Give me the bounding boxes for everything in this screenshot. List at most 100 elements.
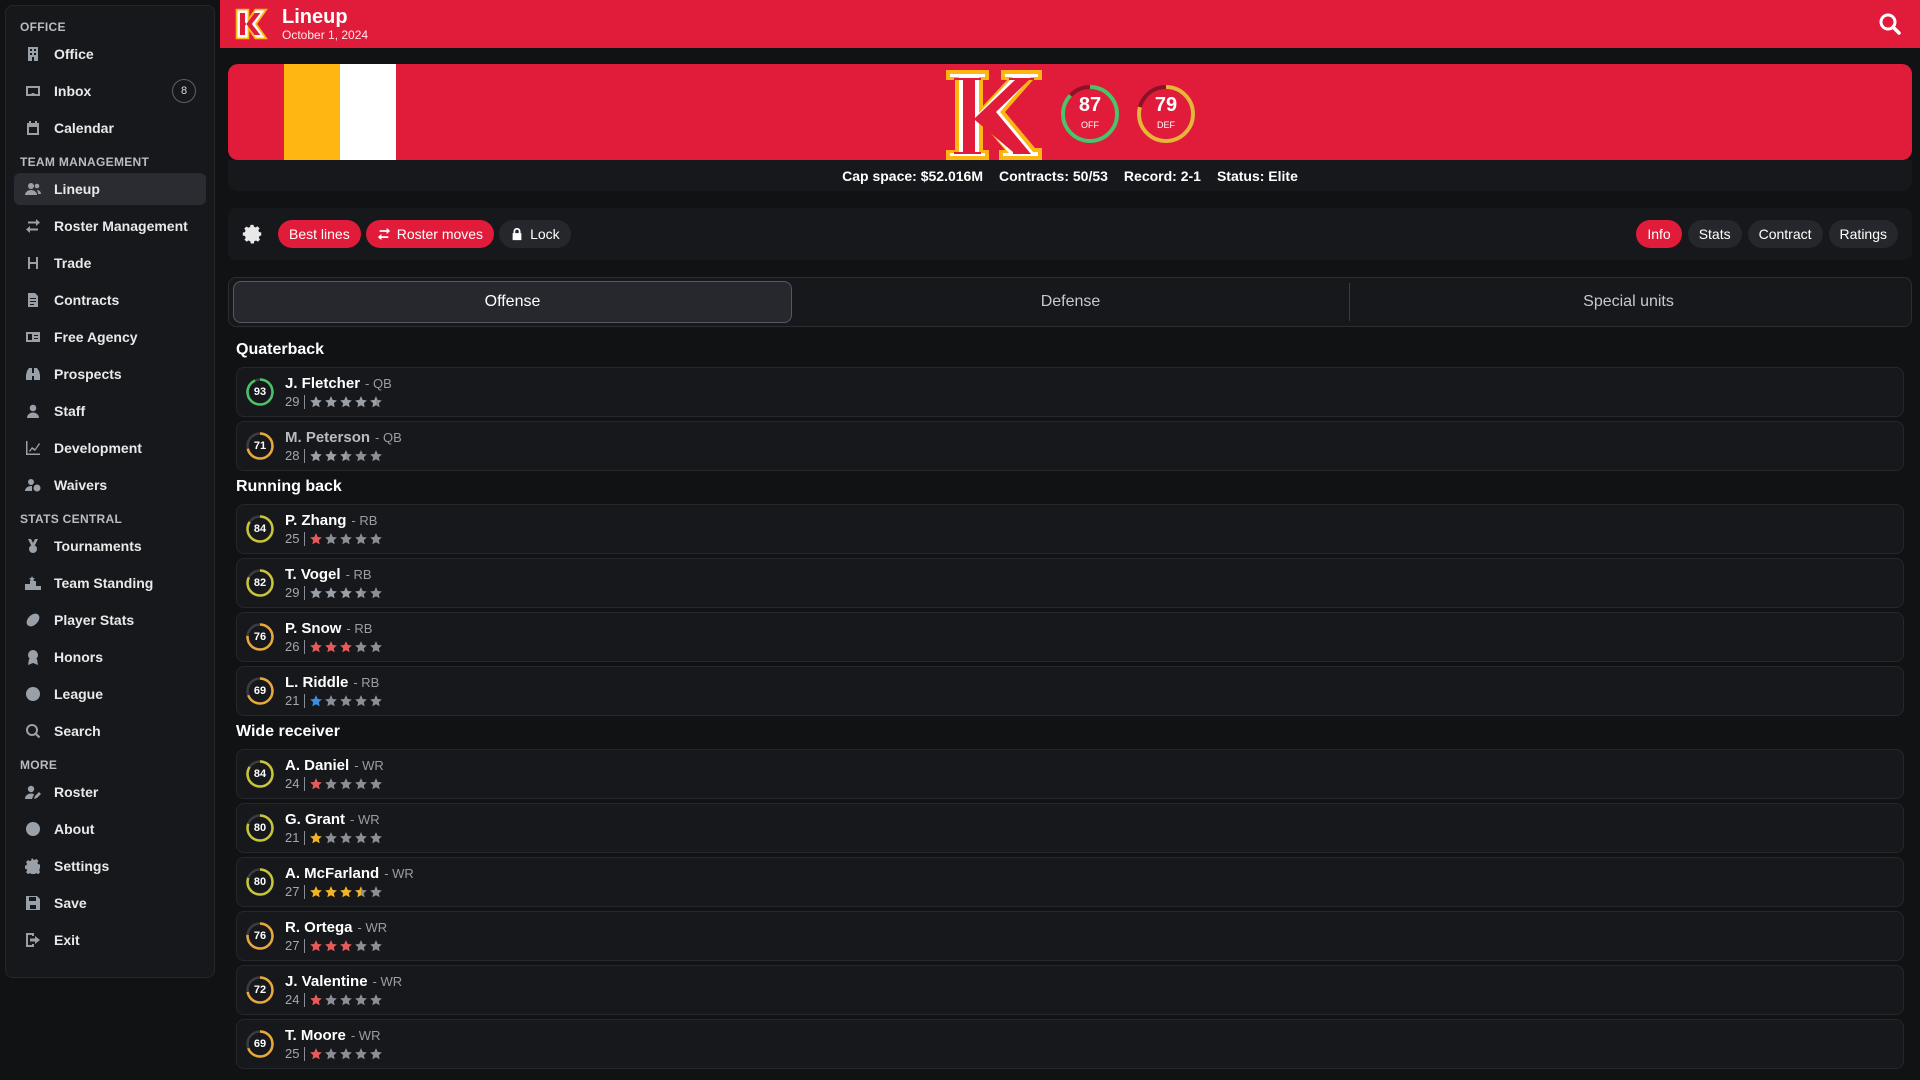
sidebar-item-development[interactable]: Development <box>14 432 206 464</box>
sidebar-item-roster-management[interactable]: Roster Management <box>14 210 206 242</box>
divider <box>304 992 306 1007</box>
gear-icon[interactable] <box>242 223 264 245</box>
player-name[interactable]: R. Ortega <box>285 919 353 936</box>
player-position: - RB <box>351 512 378 528</box>
sidebar-item-contracts[interactable]: Contracts <box>14 284 206 316</box>
sidebar-item-label: Save <box>54 895 87 911</box>
podium-icon <box>24 574 42 592</box>
player-age: 25 <box>285 531 300 546</box>
star-rating <box>309 1046 384 1062</box>
sidebar-item-settings[interactable]: Settings <box>14 850 206 882</box>
star-rating <box>309 693 384 709</box>
player-name[interactable]: T. Vogel <box>285 566 341 583</box>
position-group-title: Running back <box>236 478 342 495</box>
info-icon <box>24 820 42 838</box>
player-row[interactable]: 71 M. Peterson - QB 28 <box>236 421 1904 471</box>
player-row[interactable]: 93 J. Fletcher - QB 29 <box>236 367 1904 417</box>
star-icon <box>340 940 353 952</box>
player-age: 27 <box>285 938 300 953</box>
player-name[interactable]: P. Snow <box>285 620 341 637</box>
overall-rating-badge: 69 <box>245 676 275 706</box>
tab-special-units[interactable]: Special units <box>1350 282 1907 322</box>
sidebar-item-inbox[interactable]: Inbox 8 <box>14 75 206 107</box>
player-name[interactable]: G. Grant <box>285 811 345 828</box>
divider <box>304 531 306 546</box>
player-row[interactable]: 80 A. McFarland - WR 27 <box>236 857 1904 907</box>
sidebar-item-player-stats[interactable]: Player Stats <box>14 604 206 636</box>
view-contract-button[interactable]: Contract <box>1747 220 1823 248</box>
star-icon <box>325 778 338 790</box>
view-stats-button[interactable]: Stats <box>1687 220 1742 248</box>
player-row[interactable]: 84 A. Daniel - WR 24 <box>236 749 1904 799</box>
player-position-code: WR <box>365 919 388 935</box>
player-name[interactable]: J. Valentine <box>285 973 368 990</box>
player-row[interactable]: 84 P. Zhang - RB 25 <box>236 504 1904 554</box>
star-rating <box>309 992 384 1008</box>
star-icon <box>355 587 368 599</box>
player-position-code: RB <box>359 512 378 528</box>
player-name[interactable]: J. Fletcher <box>285 375 360 392</box>
player-row[interactable]: 80 G. Grant - WR 21 <box>236 803 1904 853</box>
sidebar-item-exit[interactable]: Exit <box>14 924 206 956</box>
star-rating <box>309 938 384 954</box>
sidebar-item-free-agency[interactable]: Free Agency <box>14 321 206 353</box>
player-name[interactable]: A. McFarland <box>285 865 379 882</box>
sidebar-item-league[interactable]: League <box>14 678 206 710</box>
player-row[interactable]: 82 T. Vogel - RB 29 <box>236 558 1904 608</box>
divider <box>304 585 306 600</box>
player-name[interactable]: M. Peterson <box>285 429 370 446</box>
player-position: - QB <box>375 429 402 445</box>
position-group-title: Quaterback <box>236 341 325 358</box>
sidebar-item-prospects[interactable]: Prospects <box>14 358 206 390</box>
star-icon <box>370 533 383 545</box>
team-record: Record: 2-1 <box>1123 167 1201 184</box>
sidebar-item-lineup[interactable]: Lineup <box>14 173 206 205</box>
divider <box>304 693 306 708</box>
divider <box>304 938 306 953</box>
overall-rating-value: 69 <box>253 685 267 697</box>
best-lines-button[interactable]: Best lines <box>278 220 361 248</box>
sidebar-item-trade[interactable]: Trade <box>14 247 206 279</box>
lock-button[interactable]: Lock <box>499 220 571 248</box>
sidebar-item-team-standing[interactable]: Team Standing <box>14 567 206 599</box>
sidebar-item-about[interactable]: About <box>14 813 206 845</box>
sidebar-item-tournaments[interactable]: Tournaments <box>14 530 206 562</box>
player-row[interactable]: 72 J. Valentine - WR 24 <box>236 965 1904 1015</box>
player-name[interactable]: A. Daniel <box>285 757 349 774</box>
player-row[interactable]: 76 R. Ortega - WR 27 <box>236 911 1904 961</box>
player-position: - WR <box>384 865 414 881</box>
player-age: 21 <box>285 693 300 708</box>
sidebar-item-honors[interactable]: Honors <box>14 641 206 673</box>
player-row[interactable]: 69 L. Riddle - RB 21 <box>236 666 1904 716</box>
swap-icon <box>377 227 390 241</box>
sidebar-item-staff[interactable]: Staff <box>14 395 206 427</box>
sidebar-item-calendar[interactable]: Calendar <box>14 112 206 144</box>
player-position: - RB <box>345 566 372 582</box>
player-name[interactable]: T. Moore <box>285 1027 346 1044</box>
sidebar-item-waivers[interactable]: Waivers <box>14 469 206 501</box>
tab-offense[interactable]: Offense <box>233 281 792 323</box>
player-name[interactable]: L. Riddle <box>285 674 348 691</box>
view-ratings-button[interactable]: Ratings <box>1828 220 1898 248</box>
overall-rating-badge: 84 <box>245 514 275 544</box>
player-row[interactable]: 69 T. Moore - WR 25 <box>236 1019 1904 1069</box>
player-position: - WR <box>350 811 380 827</box>
defense-rating: 79 DEF <box>1135 83 1197 145</box>
sidebar-item-search[interactable]: Search <box>14 715 206 747</box>
roster-moves-button[interactable]: Roster moves <box>365 220 495 248</box>
sidebar-item-roster[interactable]: Roster <box>14 776 206 808</box>
star-icon <box>310 533 323 545</box>
overall-rating-badge: 80 <box>245 813 275 843</box>
player-row[interactable]: 76 P. Snow - RB 26 <box>236 612 1904 662</box>
search-icon[interactable] <box>1878 12 1902 36</box>
star-icon <box>355 450 368 462</box>
divider <box>304 394 306 409</box>
star-icon <box>310 450 323 462</box>
tab-defense[interactable]: Defense <box>792 282 1349 322</box>
player-name[interactable]: P. Zhang <box>285 512 346 529</box>
contracts-count: Contracts: 50/53 <box>998 167 1108 184</box>
sidebar-item-office[interactable]: Office <box>14 38 206 70</box>
star-icon <box>325 886 338 898</box>
sidebar-item-save[interactable]: Save <box>14 887 206 919</box>
view-info-button[interactable]: Info <box>1636 220 1682 248</box>
